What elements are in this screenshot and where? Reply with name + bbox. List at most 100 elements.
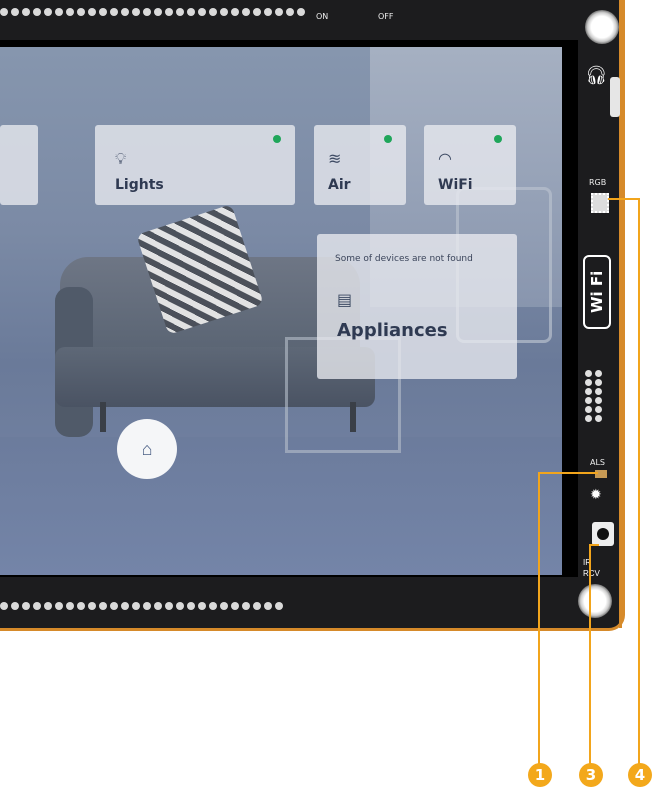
header-pin — [585, 406, 592, 413]
header-pin — [55, 602, 63, 610]
header-pin — [220, 602, 228, 610]
floor — [0, 437, 562, 575]
wifi-logo: Wi Fi — [583, 255, 611, 329]
appliance-icon: ▤ — [337, 290, 353, 309]
header-pin — [88, 602, 96, 610]
rgb-label: RGB — [589, 178, 607, 187]
header-pin — [22, 602, 30, 610]
header-pin — [275, 8, 283, 16]
header-pin — [595, 397, 602, 404]
header-pin — [33, 8, 41, 16]
home-icon: ⌂ — [141, 438, 153, 459]
header-pin — [165, 602, 173, 610]
header-pin — [165, 8, 173, 16]
header-pin — [176, 602, 184, 610]
header-pin — [286, 8, 294, 16]
wifi-icon: ◠ — [438, 149, 452, 168]
header-pin — [242, 8, 250, 16]
header-pin — [0, 8, 8, 16]
header-pin — [143, 8, 151, 16]
callout-line-4 — [638, 198, 640, 764]
callout-4: 4 — [628, 763, 652, 787]
header-pin — [187, 602, 195, 610]
home-button[interactable]: ⌂ — [117, 419, 177, 479]
header-pin — [99, 8, 107, 16]
header-pin — [595, 406, 602, 413]
touch-display[interactable]: 💡︎ Lights ≋ Air ◠ WiFi Some of devices a… — [0, 47, 562, 575]
header-pin — [88, 8, 96, 16]
header-pin — [242, 602, 250, 610]
header-pin — [231, 8, 239, 16]
header-pin — [264, 602, 272, 610]
lights-label: Lights — [115, 177, 164, 193]
callout-line-1-h — [538, 472, 598, 474]
status-dot — [384, 135, 392, 143]
header-pin — [44, 8, 52, 16]
header-pin — [0, 602, 8, 610]
development-board: ON OFF 💡︎ Lights ≋ Air ◠ WiFi Some of de… — [0, 0, 625, 631]
header-pin — [66, 8, 74, 16]
device-card-appliances[interactable]: Some of devices are not found ▤ Applianc… — [317, 234, 517, 379]
wifi-label: WiFi — [438, 177, 473, 193]
header-pin — [297, 8, 305, 16]
header-pin — [187, 8, 195, 16]
header-pin — [143, 602, 151, 610]
header-pin — [22, 8, 30, 16]
header-pin — [11, 602, 19, 610]
header-pin — [44, 602, 52, 610]
rcv-label: RCV — [583, 569, 600, 578]
header-pin — [595, 370, 602, 377]
mount-hole-top — [585, 10, 619, 44]
push-button[interactable] — [592, 522, 614, 546]
device-card-partial[interactable] — [0, 125, 38, 205]
switch-on-label: ON — [316, 12, 329, 21]
callout-line-1 — [538, 472, 540, 764]
appliances-label: Appliances — [337, 320, 448, 341]
header-pin — [132, 8, 140, 16]
header-pin — [66, 602, 74, 610]
device-card-air[interactable]: ≋ Air — [314, 125, 406, 205]
header-pin — [176, 8, 184, 16]
header-pin — [220, 8, 228, 16]
headphone-icon: 🎧︎ — [585, 65, 608, 85]
header-pin — [121, 8, 129, 16]
wind-icon: ≋ — [328, 149, 342, 168]
header-pin — [231, 602, 239, 610]
status-dot — [273, 135, 281, 143]
header-pin — [595, 388, 602, 395]
top-header-pins — [0, 6, 305, 18]
header-pin — [585, 379, 592, 386]
header-pin — [209, 602, 217, 610]
header-pin — [11, 8, 19, 16]
appliances-note: Some of devices are not found — [335, 254, 473, 264]
switch-off-label: OFF — [378, 12, 394, 21]
header-pin — [55, 8, 63, 16]
header-pin — [585, 388, 592, 395]
rgb-led — [591, 193, 609, 213]
header-pin — [121, 602, 129, 610]
mount-hole-bottom — [578, 584, 612, 618]
callout-line-4-h — [608, 198, 640, 200]
status-dot — [494, 135, 502, 143]
header-pin — [209, 8, 217, 16]
header-pin — [99, 602, 107, 610]
header-pin — [110, 8, 118, 16]
header-pin — [198, 602, 206, 610]
header-pin — [110, 602, 118, 610]
header-pin — [275, 602, 283, 610]
callout-line-3 — [589, 544, 591, 764]
callout-1: 1 — [528, 763, 552, 787]
callout-3: 3 — [579, 763, 603, 787]
device-card-lights[interactable]: 💡︎ Lights — [95, 125, 295, 205]
header-pin — [595, 379, 602, 386]
header-pin — [595, 415, 602, 422]
device-card-wifi[interactable]: ◠ WiFi — [424, 125, 516, 205]
header-pin — [198, 8, 206, 16]
header-pin — [253, 8, 261, 16]
als-label: ALS — [590, 458, 606, 467]
sofa-leg — [100, 402, 106, 432]
header-pin — [132, 602, 140, 610]
header-pin — [585, 415, 592, 422]
bulb-icon: 💡︎ — [115, 149, 127, 168]
header-pin — [33, 602, 41, 610]
